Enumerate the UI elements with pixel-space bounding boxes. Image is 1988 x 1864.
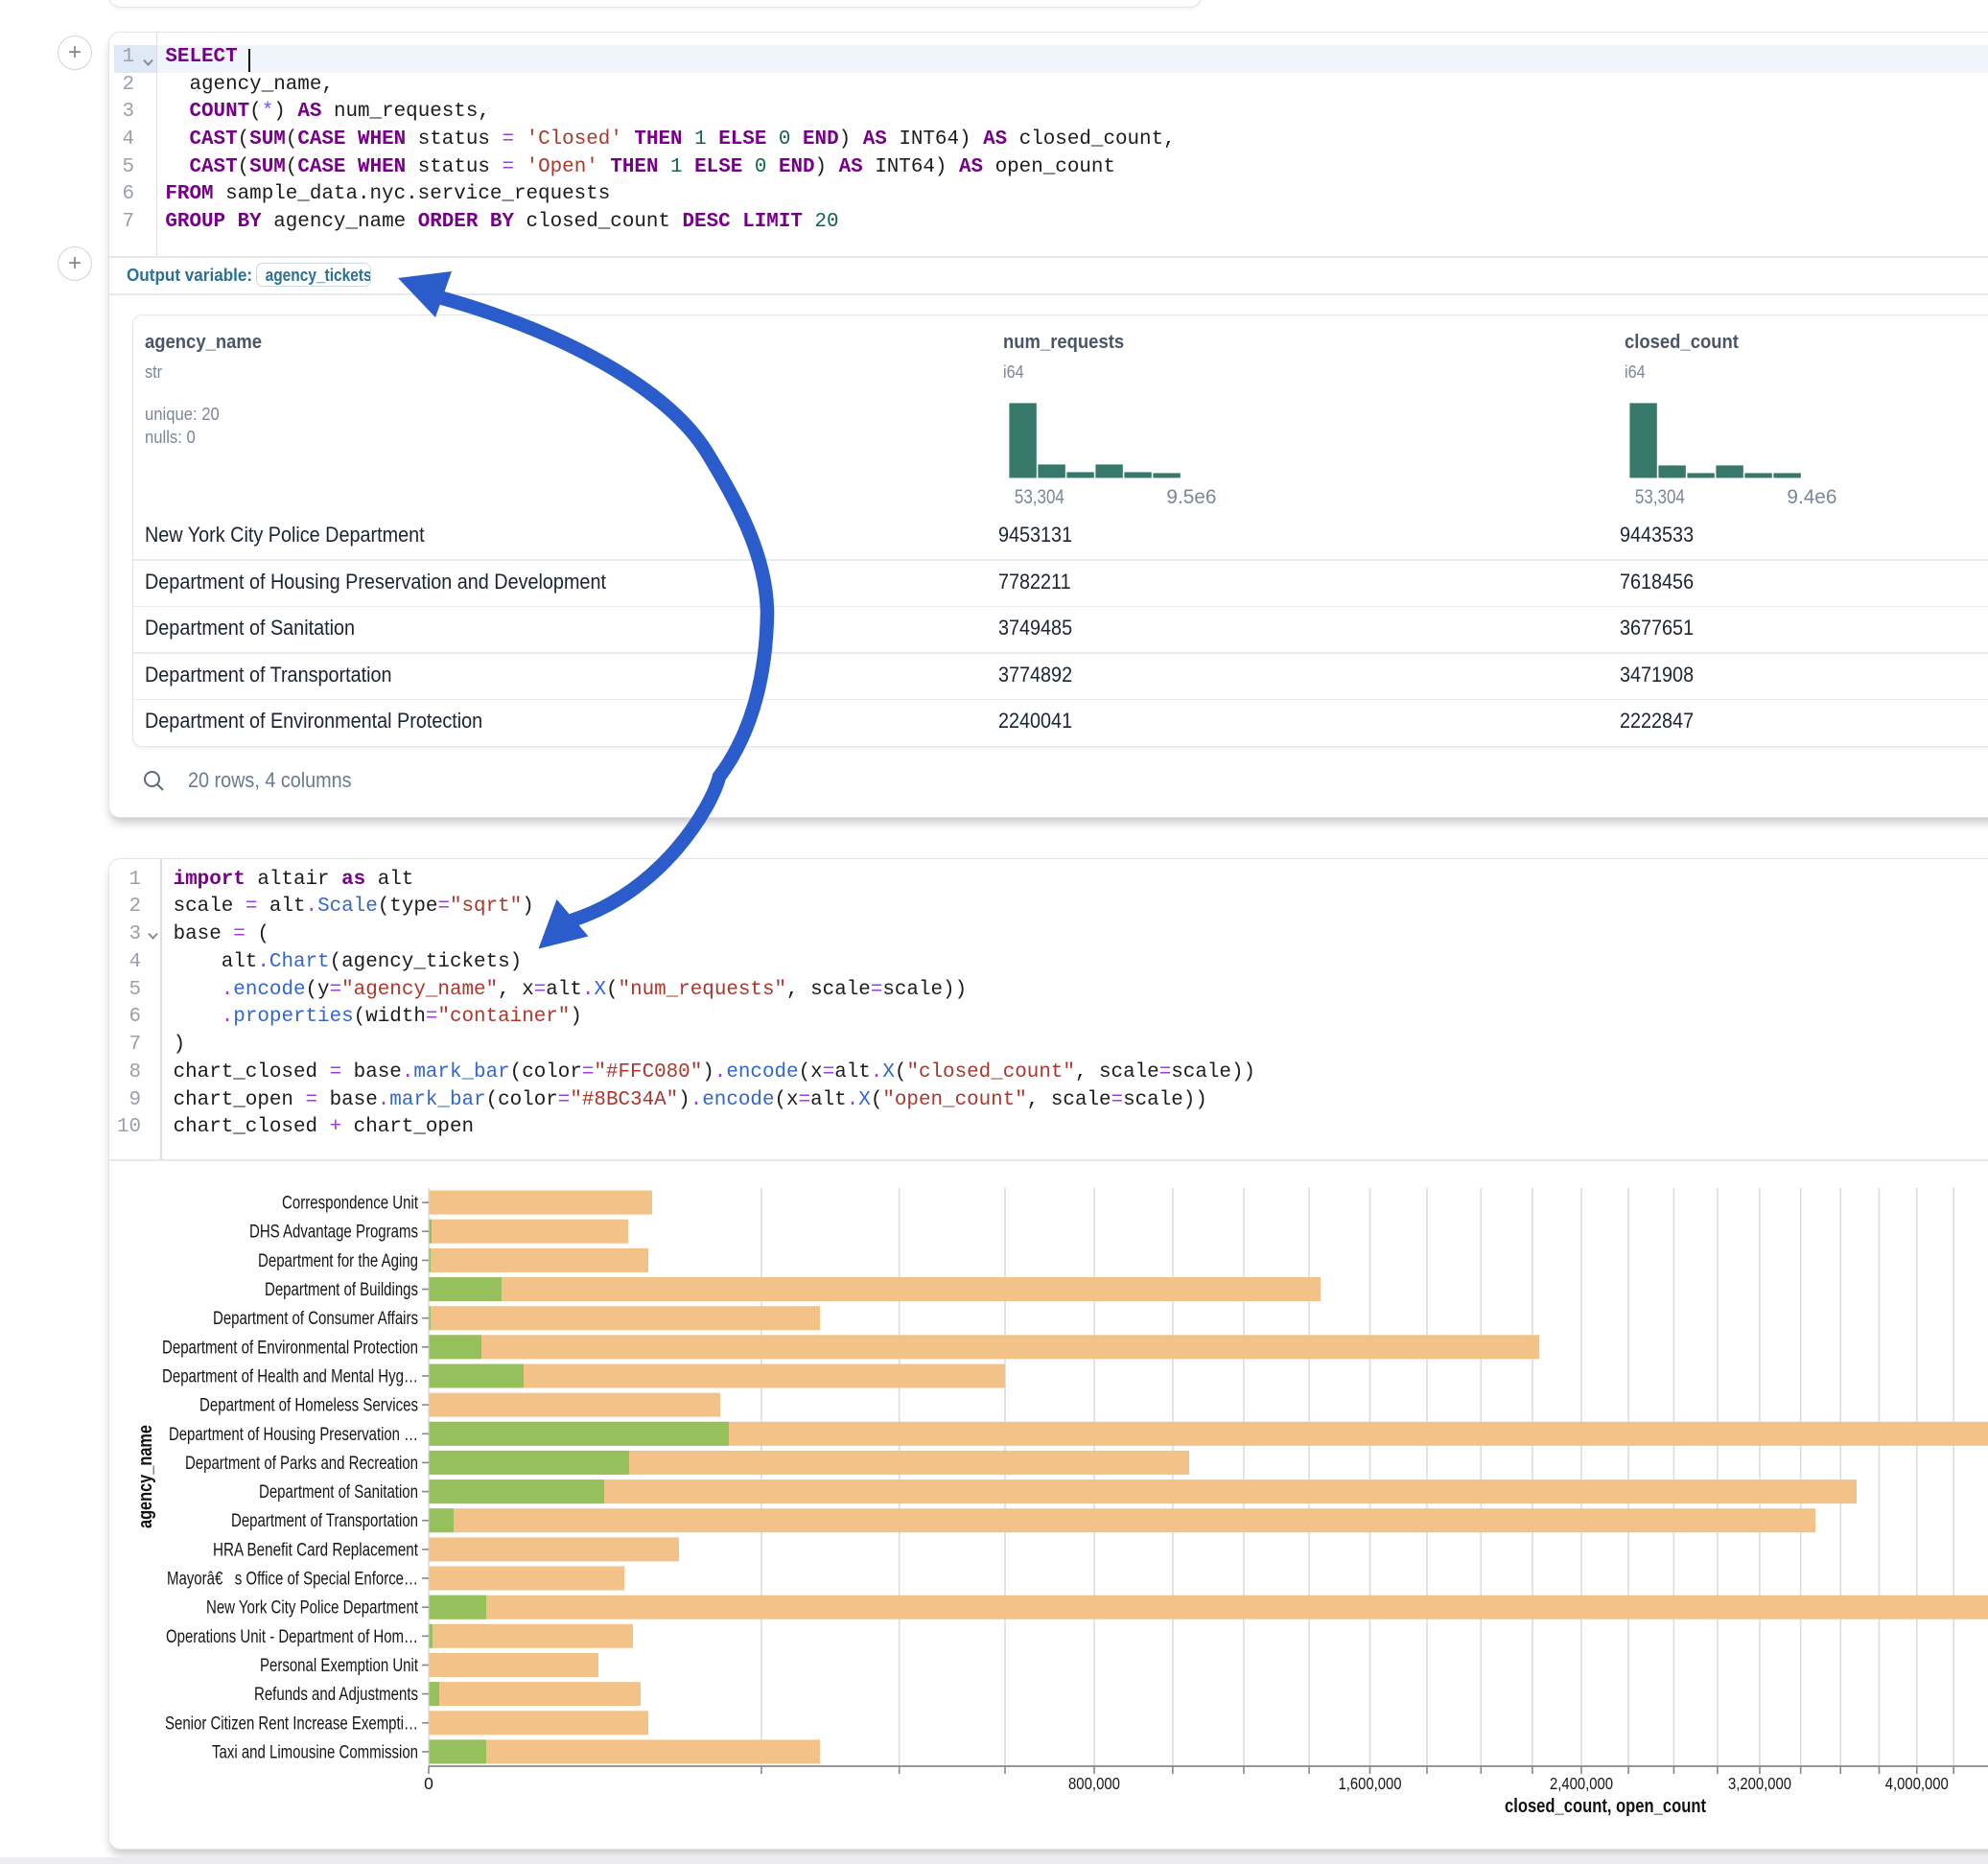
svg-text:Department of Housing Preserva: Department of Housing Preservation …: [169, 1425, 418, 1445]
svg-text:1,600,000: 1,600,000: [1339, 1774, 1402, 1793]
svg-text:53,304: 53,304: [1635, 486, 1685, 508]
svg-text:Department of Buildings: Department of Buildings: [265, 1280, 418, 1300]
svg-text:HRA Benefit Card Replacement: HRA Benefit Card Replacement: [213, 1540, 419, 1560]
svg-text:4,000,000: 4,000,000: [1885, 1774, 1949, 1793]
svg-text:Correspondence Unit: Correspondence Unit: [282, 1194, 419, 1214]
svg-text:9.4e6: 9.4e6: [1787, 486, 1836, 508]
svg-text:0: 0: [424, 1774, 433, 1793]
svg-text:Department of Sanitation: Department of Sanitation: [259, 1482, 418, 1503]
svg-text:Senior Citizen Rent Increase E: Senior Citizen Rent Increase Exempti…: [165, 1713, 418, 1734]
svg-text:Mayorâ€ s Office of Special: Mayorâ€ s Office of Special Enforce…: [167, 1570, 418, 1590]
svg-text:Department of Transportation: Department of Transportation: [231, 1511, 418, 1531]
svg-text:Department of Parks and Recrea: Department of Parks and Recreation: [185, 1454, 418, 1474]
svg-text:2,400,000: 2,400,000: [1550, 1774, 1613, 1793]
svg-text:New York City Police Departmen: New York City Police Department: [206, 1598, 419, 1619]
svg-text:Department of Homeless Service: Department of Homeless Services: [199, 1396, 418, 1416]
svg-text:800,000: 800,000: [1068, 1774, 1120, 1793]
svg-text:Department of Environmental Pr: Department of Environmental Protection: [162, 1338, 418, 1358]
svg-text:Department of Health and Menta: Department of Health and Mental Hyg…: [162, 1367, 418, 1387]
svg-text:53,304: 53,304: [1015, 486, 1064, 508]
svg-text:Refunds and Adjustments: Refunds and Adjustments: [254, 1685, 418, 1705]
svg-text:agency_name: agency_name: [134, 1425, 156, 1528]
svg-text:Department of Consumer Affairs: Department of Consumer Affairs: [213, 1309, 418, 1329]
svg-text:9.5e6: 9.5e6: [1166, 486, 1216, 508]
svg-text:3,200,000: 3,200,000: [1728, 1774, 1791, 1793]
svg-text:DHS Advantage Programs: DHS Advantage Programs: [249, 1223, 418, 1243]
svg-text:Taxi and Limousine Commission: Taxi and Limousine Commission: [212, 1742, 418, 1762]
svg-text:Personal Exemption Unit: Personal Exemption Unit: [260, 1656, 419, 1676]
svg-text:Department for the Aging: Department for the Aging: [258, 1251, 418, 1271]
svg-text:Operations Unit - Department o: Operations Unit - Department of Hom…: [166, 1627, 418, 1647]
svg-text:closed_count, open_count: closed_count, open_count: [1505, 1795, 1706, 1817]
